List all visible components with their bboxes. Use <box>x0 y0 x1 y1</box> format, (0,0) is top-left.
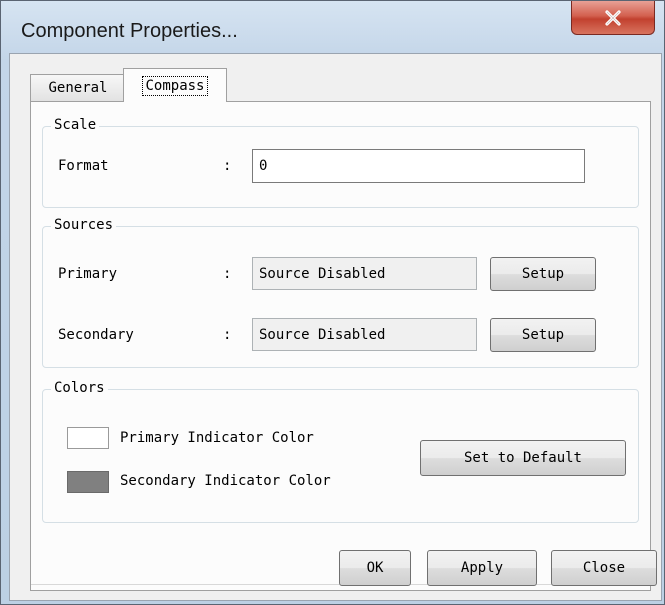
sources-group: Sources Primary : Source Disabled Setup … <box>42 217 639 368</box>
close-x-icon <box>605 9 621 26</box>
primary-source-separator: : <box>223 266 232 282</box>
primary-color-swatch[interactable] <box>67 427 109 449</box>
close-window-button[interactable] <box>571 1 655 35</box>
primary-source-label: Primary <box>58 266 118 282</box>
secondary-source-separator: : <box>223 327 232 343</box>
secondary-source-label: Secondary <box>58 327 134 343</box>
colors-group-title: Colors <box>51 380 108 396</box>
compass-tab-panel: Scale Format : 0 Sources Primary : Sourc… <box>30 101 651 591</box>
primary-source-field: Source Disabled <box>252 257 477 290</box>
title-bar[interactable]: Component Properties... <box>1 1 664 53</box>
window-title: Component Properties... <box>21 20 238 42</box>
scale-group-title: Scale <box>51 117 100 133</box>
apply-button[interactable]: Apply <box>427 550 537 586</box>
tab-general-label: General <box>48 80 108 96</box>
format-input[interactable]: 0 <box>252 149 585 183</box>
primary-setup-button[interactable]: Setup <box>490 257 596 291</box>
sources-group-title: Sources <box>51 217 117 233</box>
secondary-setup-button[interactable]: Setup <box>490 318 596 352</box>
colors-group: Colors Primary Indicator Color Secondary… <box>42 380 639 523</box>
secondary-color-swatch[interactable] <box>67 471 109 493</box>
dialog-client-area: General Compass Scale Format : 0 Sources… <box>9 53 662 601</box>
tab-general[interactable]: General <box>30 74 126 101</box>
format-label: Format <box>58 158 109 174</box>
secondary-source-field: Source Disabled <box>252 318 477 351</box>
component-properties-dialog: Component Properties... General Compass … <box>0 0 665 605</box>
format-separator: : <box>223 158 232 174</box>
set-to-default-button[interactable]: Set to Default <box>420 440 626 476</box>
secondary-color-label: Secondary Indicator Color <box>120 473 331 489</box>
ok-button[interactable]: OK <box>339 550 411 586</box>
primary-color-label: Primary Indicator Color <box>120 430 314 446</box>
close-button[interactable]: Close <box>551 550 657 586</box>
tab-compass[interactable]: Compass <box>123 68 227 102</box>
scale-group: Scale Format : 0 <box>42 117 639 208</box>
tab-compass-label: Compass <box>142 75 208 96</box>
